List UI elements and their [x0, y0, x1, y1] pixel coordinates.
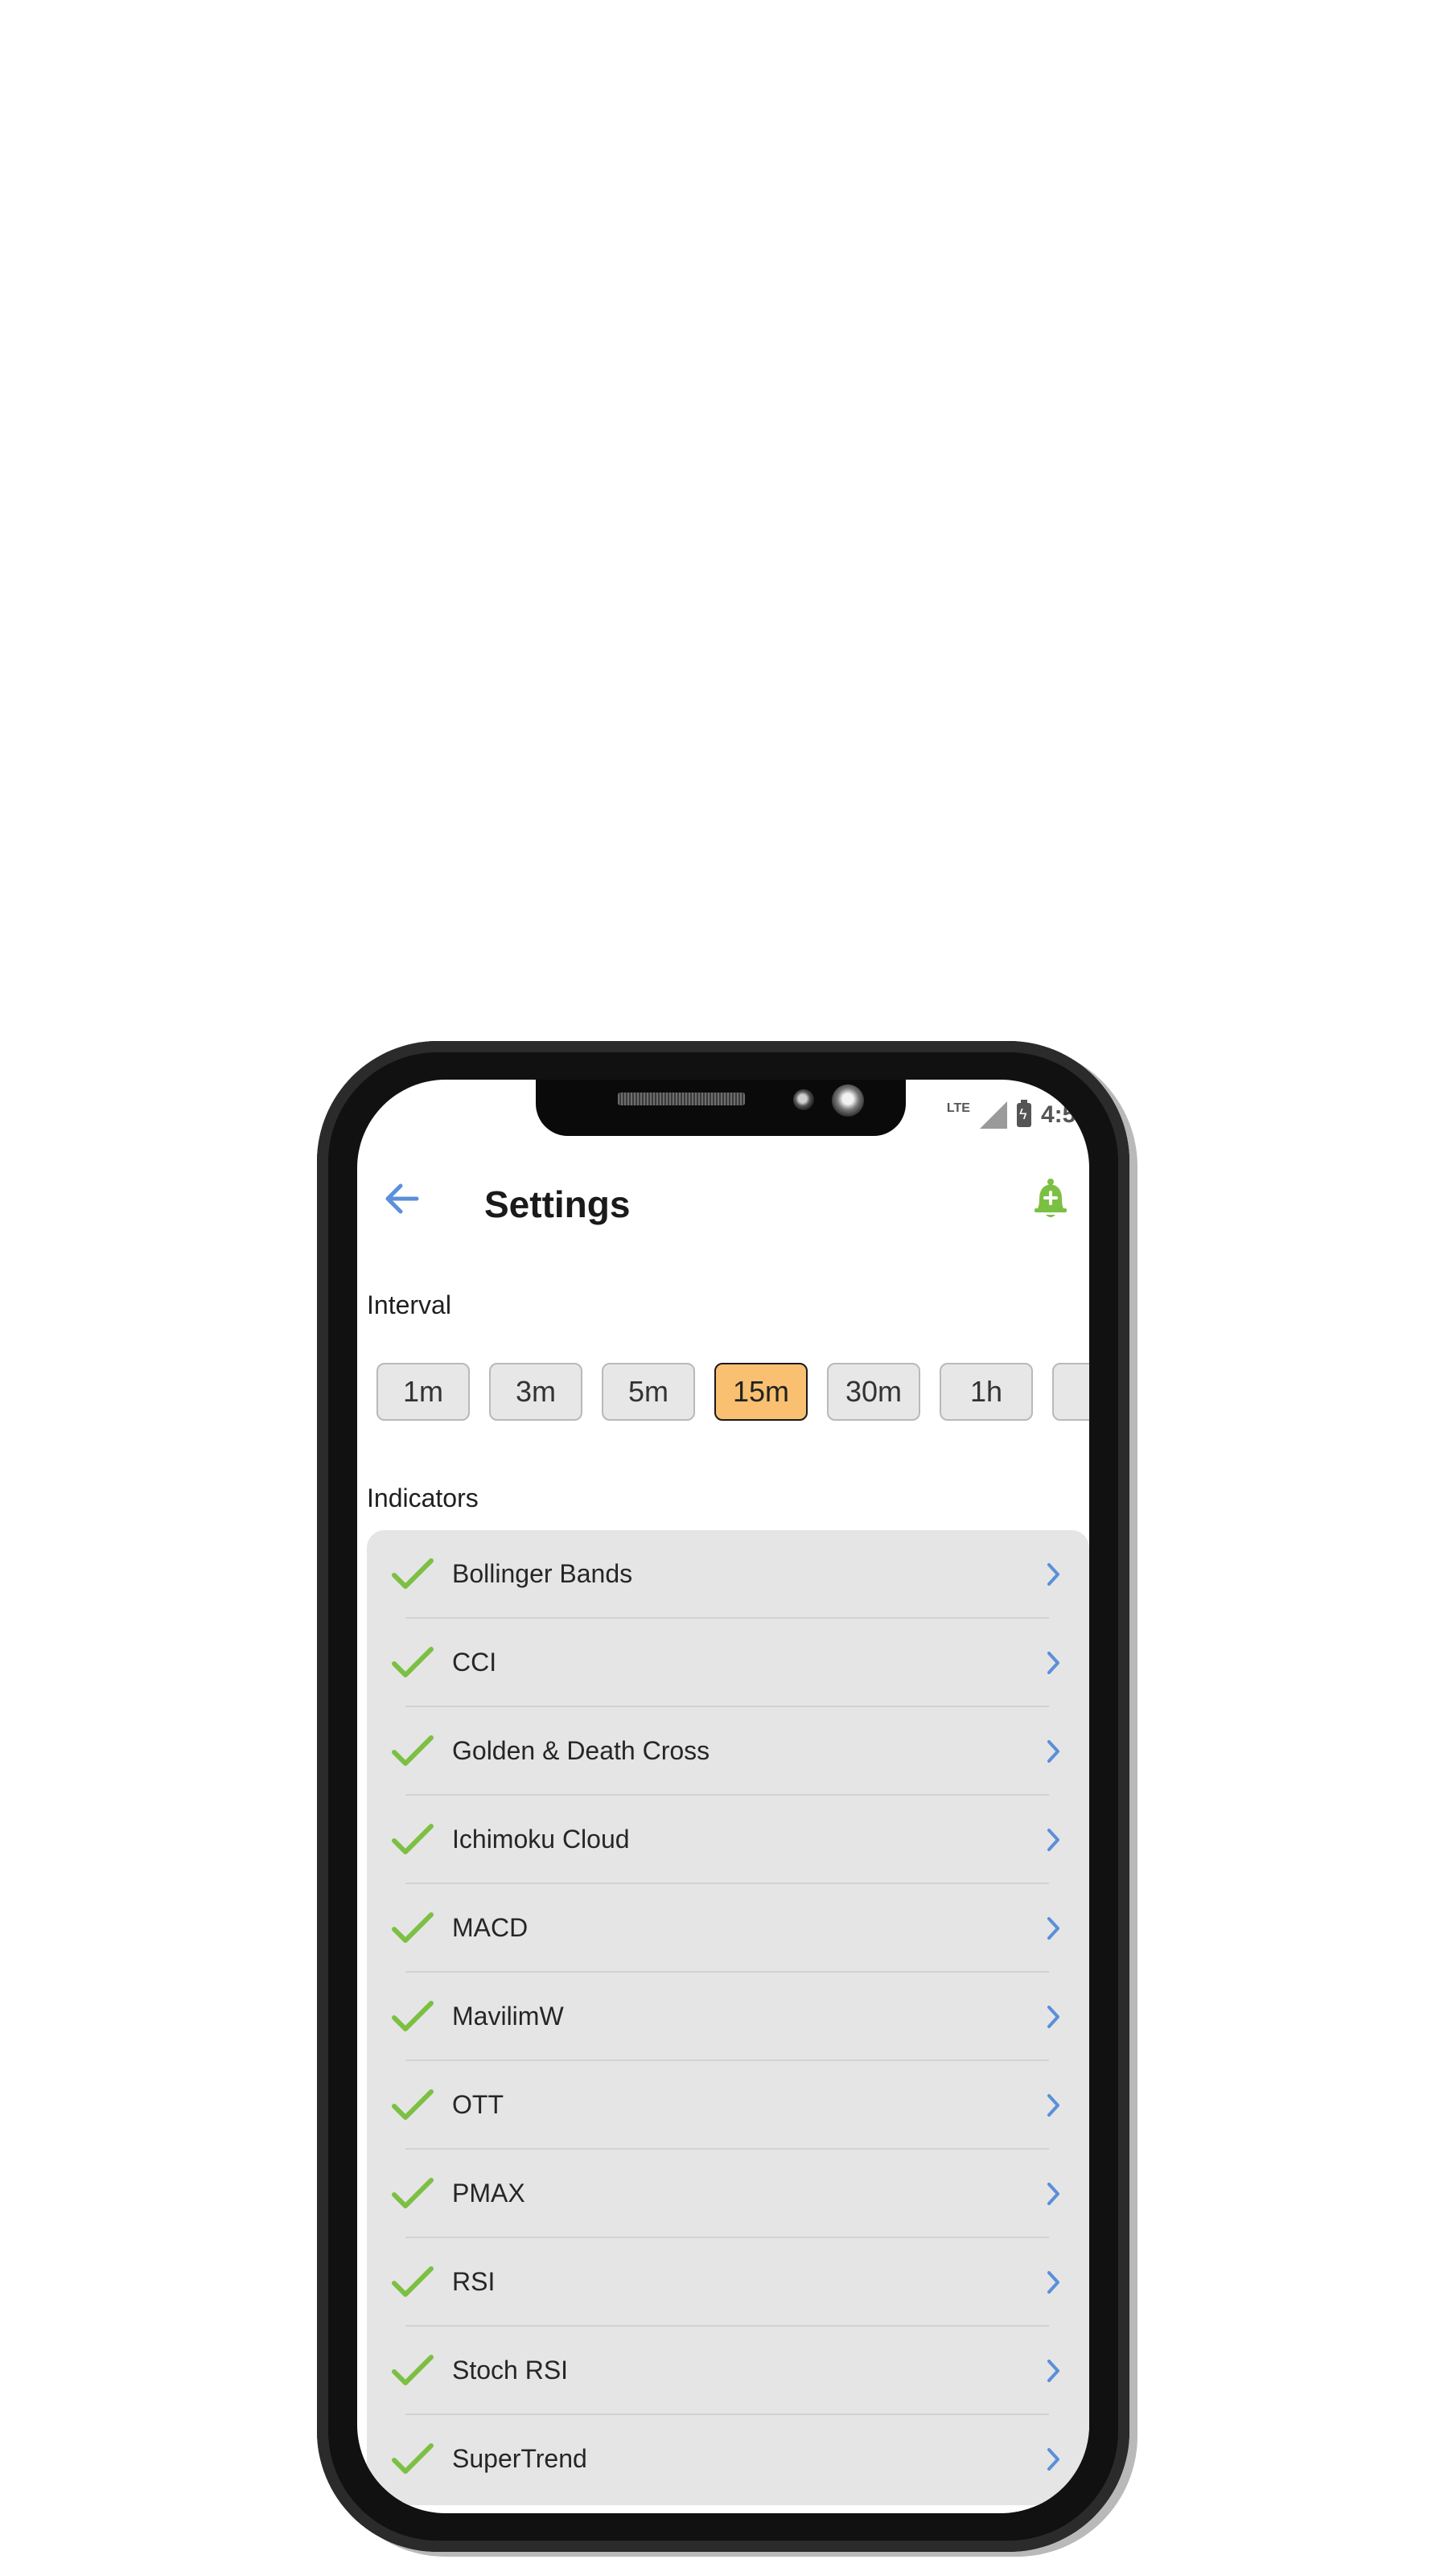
interval-chip[interactable]: 2 [1052, 1363, 1089, 1421]
page-title: Settings [484, 1183, 631, 1225]
indicator-row[interactable]: OTT [367, 2061, 1089, 2150]
chevron-right-icon [1047, 2183, 1059, 2205]
indicator-label: OTT [452, 2090, 504, 2119]
status-bar: LTE ϟ 4:52 [946, 1100, 1089, 1130]
indicator-row[interactable]: Bollinger Bands [367, 1530, 1089, 1619]
checkmark-icon [392, 2355, 434, 2385]
indicator-row[interactable]: SuperTrend [367, 2415, 1089, 2504]
back-button[interactable] [378, 1175, 426, 1223]
indicator-row[interactable]: MACD [367, 1884, 1089, 1973]
indicators-label: Indicators [367, 1483, 479, 1512]
chevron-right-icon [1047, 2360, 1059, 2382]
chevron-right-icon [1047, 1829, 1059, 1851]
checkmark-icon [392, 1647, 434, 1677]
indicator-label: MavilimW [452, 2002, 564, 2031]
indicator-label: Ichimoku Cloud [452, 1825, 630, 1854]
front-camera [832, 1084, 864, 1117]
chevron-right-icon [1047, 1563, 1059, 1586]
network-type: LTE [946, 1101, 970, 1115]
battery-charging-icon: ϟ [1016, 1100, 1031, 1127]
indicator-label: PMAX [452, 2179, 525, 2208]
interval-chip[interactable]: 1h [940, 1363, 1033, 1421]
indicator-label: RSI [452, 2267, 496, 2296]
checkmark-icon [392, 2178, 434, 2208]
checkmark-icon [392, 1824, 434, 1854]
checkmark-icon [392, 1912, 434, 1943]
interval-label: Interval [367, 1290, 451, 1319]
indicator-list: Bollinger Bands CCI Golden & Death Cross Ic… [367, 1530, 1089, 2505]
arrow-left-icon [385, 1183, 419, 1214]
indicator-row[interactable]: Golden & Death Cross [367, 1707, 1089, 1796]
indicator-label: MACD [452, 1913, 529, 1942]
chevron-right-icon [1047, 2271, 1059, 2294]
indicator-row[interactable]: Ichimoku Cloud [367, 1796, 1089, 1884]
indicator-row[interactable]: RSI [367, 2238, 1089, 2327]
indicator-label: CCI [452, 1648, 497, 1677]
interval-chip[interactable]: 3m [489, 1363, 582, 1421]
checkmark-icon [392, 2443, 434, 2474]
interval-chip[interactable]: 5m [602, 1363, 695, 1421]
interval-chip[interactable]: 15m [714, 1363, 808, 1421]
indicator-label: Stoch RSI [452, 2356, 569, 2385]
app-toolbar: Settings [357, 1160, 1089, 1241]
phone-frame: LTE ϟ 4:52 Settings Interval 1m 3m 5m 15… [317, 1041, 1129, 2552]
bell-plus-icon [1035, 1179, 1067, 1217]
phone-screen: LTE ϟ 4:52 Settings Interval 1m 3m 5m 15… [357, 1080, 1089, 2513]
indicator-row[interactable]: Stoch RSI [367, 2327, 1089, 2415]
checkmark-icon [392, 2266, 434, 2297]
speaker-grille [618, 1093, 745, 1105]
indicator-row[interactable]: MavilimW [367, 1973, 1089, 2061]
interval-selector: 1m 3m 5m 15m 30m 1h 2 [376, 1363, 1089, 1421]
chevron-right-icon [1047, 1652, 1059, 1674]
checkmark-icon [392, 2089, 434, 2120]
indicator-label: SuperTrend [452, 2444, 587, 2473]
chevron-right-icon [1047, 2006, 1059, 2028]
checkmark-icon [392, 1735, 434, 1766]
chevron-right-icon [1047, 1740, 1059, 1763]
chevron-right-icon [1047, 1917, 1059, 1940]
chevron-right-icon [1047, 2094, 1059, 2117]
indicator-label: Bollinger Bands [452, 1559, 633, 1588]
front-sensor [793, 1089, 814, 1110]
checkmark-icon [392, 1558, 434, 1589]
checkmark-icon [392, 2001, 434, 2031]
interval-chip[interactable]: 1m [376, 1363, 470, 1421]
indicator-row[interactable]: CCI [367, 1619, 1089, 1707]
interval-chip[interactable]: 30m [827, 1363, 920, 1421]
add-alert-button[interactable] [1028, 1176, 1073, 1221]
signal-icon [979, 1101, 1007, 1129]
indicator-row[interactable]: PMAX [367, 2150, 1089, 2238]
indicator-label: Golden & Death Cross [452, 1736, 710, 1765]
camera-notch [536, 1080, 906, 1136]
status-time: 4:52 [1040, 1101, 1089, 1128]
chevron-right-icon [1047, 2448, 1059, 2471]
